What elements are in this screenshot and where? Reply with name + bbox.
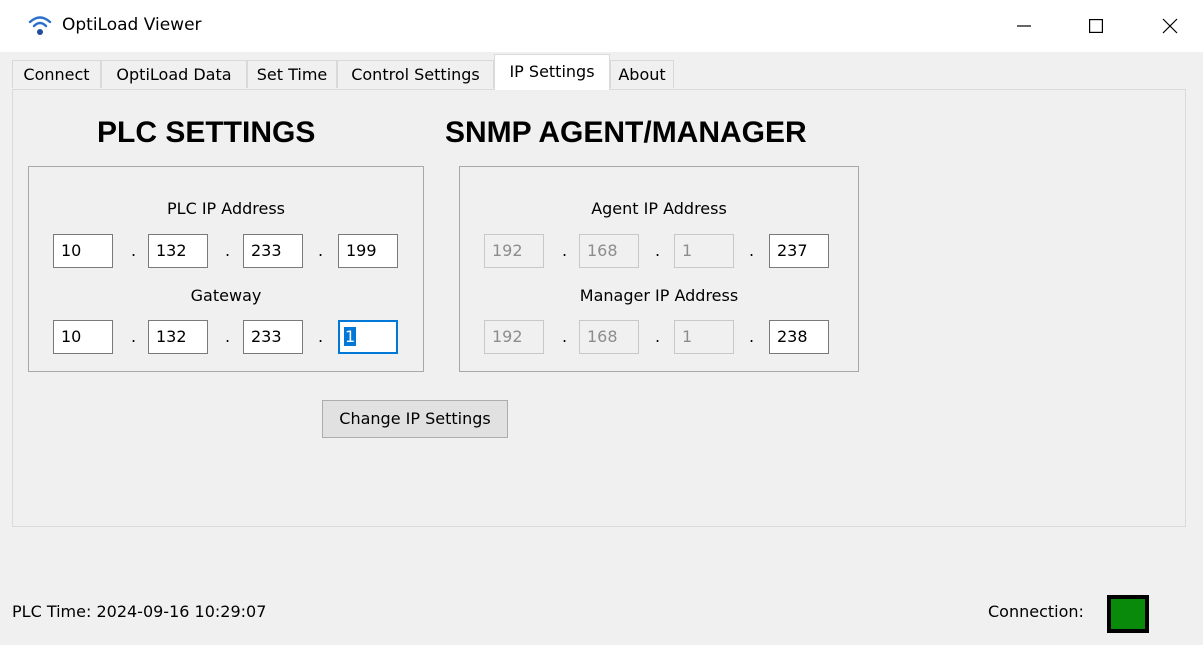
gateway-octet-3[interactable]: 233: [243, 320, 303, 354]
gateway-octet-2[interactable]: 132: [148, 320, 208, 354]
maximize-icon: [1089, 19, 1103, 33]
agent-ip-octet-3: 1: [674, 234, 734, 268]
gateway-octet-4[interactable]: 1: [338, 320, 398, 354]
gateway-label: Gateway: [190, 286, 262, 305]
manager-ip-octet-2: 168: [579, 320, 639, 354]
close-button[interactable]: [1140, 0, 1200, 52]
connection-status-indicator: [1107, 595, 1149, 633]
tab-control-settings[interactable]: Control Settings: [337, 60, 494, 88]
plc-ip-octet-1[interactable]: 10: [53, 234, 113, 268]
agent-ip-octet-4[interactable]: 237: [769, 234, 829, 268]
agent-ip-separator: .: [749, 241, 755, 260]
gateway-separator: .: [225, 327, 231, 346]
plc-ip-octet-2[interactable]: 132: [148, 234, 208, 268]
agent-ip-octet-2: 168: [579, 234, 639, 268]
plc-ip-octet-3[interactable]: 233: [243, 234, 303, 268]
manager-ip-octet-1: 192: [484, 320, 544, 354]
manager-ip-octet-3: 1: [674, 320, 734, 354]
plc-settings-heading: PLC SETTINGS: [97, 116, 316, 149]
plc-ip-label: PLC IP Address: [167, 199, 285, 218]
tab-ip-settings[interactable]: IP Settings: [494, 54, 610, 90]
snmp-heading: SNMP AGENT/MANAGER: [445, 116, 807, 149]
tab-optiload-data[interactable]: OptiLoad Data: [101, 60, 247, 88]
change-ip-settings-button[interactable]: Change IP Settings: [322, 400, 508, 438]
agent-ip-label: Agent IP Address: [591, 199, 727, 218]
selected-text: 1: [344, 327, 357, 346]
plc-ip-octet-4[interactable]: 199: [338, 234, 398, 268]
maximize-button[interactable]: [1066, 0, 1126, 52]
plc-ip-separator: .: [318, 241, 324, 260]
plc-ip-separator: .: [131, 241, 137, 260]
tab-about[interactable]: About: [610, 60, 674, 88]
plc-time-label: PLC Time: 2024-09-16 10:29:07: [12, 602, 267, 621]
minimize-button[interactable]: [994, 0, 1054, 52]
gateway-separator: .: [131, 327, 137, 346]
manager-ip-octet-4[interactable]: 238: [769, 320, 829, 354]
manager-ip-separator: .: [562, 327, 568, 346]
agent-ip-separator: .: [655, 241, 661, 260]
agent-ip-octet-1: 192: [484, 234, 544, 268]
gateway-octet-1[interactable]: 10: [53, 320, 113, 354]
window-title: OptiLoad Viewer: [62, 15, 202, 35]
agent-ip-separator: .: [562, 241, 568, 260]
close-icon: [1162, 18, 1178, 34]
tab-connect[interactable]: Connect: [12, 60, 101, 88]
manager-ip-separator: .: [749, 327, 755, 346]
gateway-separator: .: [318, 327, 324, 346]
tab-set-time[interactable]: Set Time: [247, 60, 337, 88]
connection-label: Connection:: [988, 602, 1084, 621]
wifi-icon: [28, 16, 52, 35]
minimize-icon: [1017, 25, 1031, 27]
manager-ip-separator: .: [655, 327, 661, 346]
manager-ip-label: Manager IP Address: [579, 286, 739, 305]
plc-ip-separator: .: [225, 241, 231, 260]
